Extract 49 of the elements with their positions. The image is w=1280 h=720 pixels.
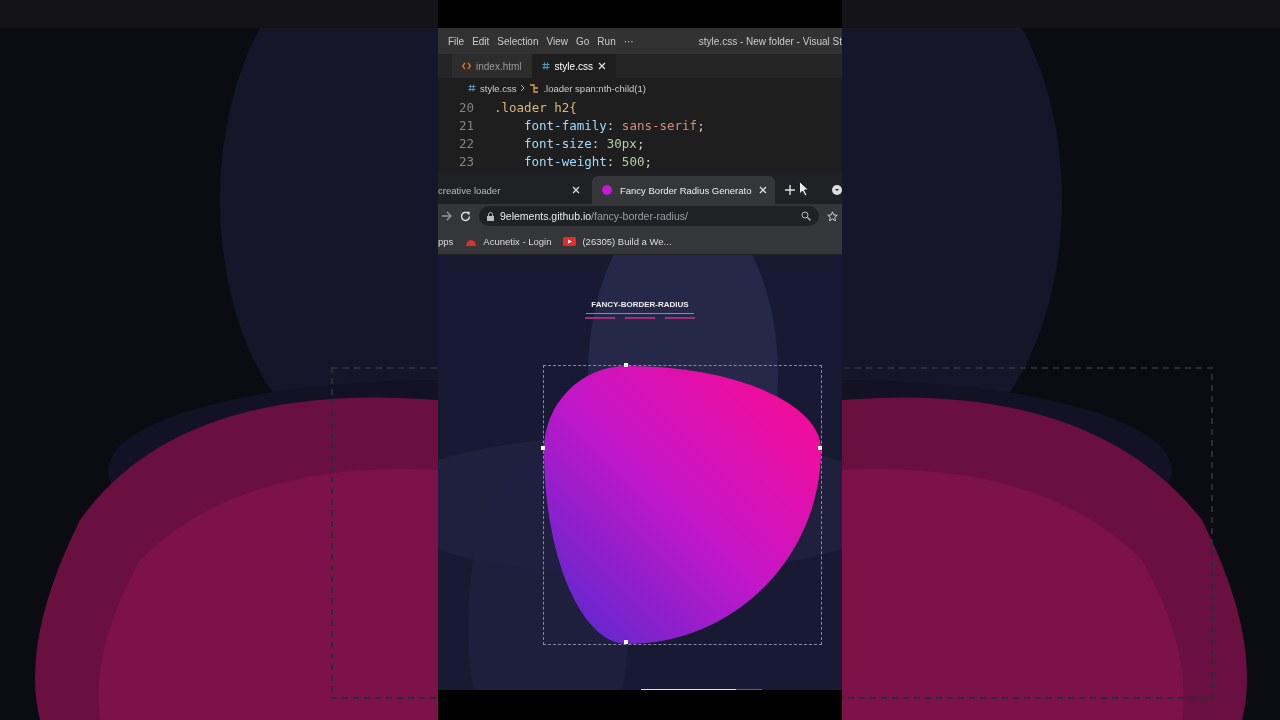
code-line: .loader h2{ [494,99,577,115]
favicon-icon [602,185,612,195]
breadcrumb-item[interactable]: style.css [480,82,517,94]
menu-item[interactable]: Edit [468,35,494,47]
youtube-icon [563,236,577,246]
bookmark[interactable]: pps [438,235,454,247]
address-field[interactable]: 9elements.github.io/fancy-border-radius/ [479,206,819,226]
bookmark[interactable]: Acunetix - Login [465,235,552,247]
code-line: font-weight: 500; [524,153,652,169]
editor-tab[interactable]: style.css [531,54,616,78]
browser-tab[interactable]: Fancy Border Radius Generato [592,176,776,204]
window-title: style.css - New folder - Visual St [697,35,842,47]
menu-item[interactable]: Go [572,35,594,47]
code-brackets-icon [462,62,471,70]
close-icon[interactable] [597,62,606,70]
selector-icon [529,83,540,93]
breadcrumb-item[interactable]: .loader span:nth-child(1) [543,82,646,94]
mouse-cursor-icon [799,181,809,197]
line-number: 22 [457,135,475,151]
new-tab-icon[interactable] [785,185,796,195]
hash-icon [468,84,476,92]
resize-handle[interactable] [624,640,628,644]
line-number: 21 [457,117,475,133]
code-line: font-size: 30px; [524,135,645,151]
line-number: 20 [457,99,475,115]
forward-icon[interactable] [442,211,452,221]
menu-item[interactable]: Selection [493,35,543,47]
bookmark[interactable]: (26305) Build a We... [563,235,672,247]
close-icon[interactable] [759,186,768,194]
reload-icon[interactable] [460,210,471,222]
zoom-icon[interactable] [801,211,811,221]
code-line: font-family: sans-serif; [524,117,705,133]
browser-tab[interactable]: creative loader [438,176,588,204]
hash-icon [541,62,550,70]
menu-item[interactable]: File [444,35,469,47]
page-heading: FANCY-BORDER-RADIUS [586,300,694,314]
star-icon[interactable] [827,210,838,222]
menu-item[interactable]: ··· [619,35,638,47]
chevron-icon [520,84,526,92]
menu-item[interactable]: Run [593,35,620,47]
close-icon[interactable] [572,186,580,194]
resize-handle[interactable] [818,446,822,450]
editor-tab[interactable]: index.html [452,54,532,78]
line-number: 23 [457,153,475,169]
resize-handle[interactable] [541,446,545,450]
profile-icon[interactable] [832,185,842,195]
menu-item[interactable]: View [542,35,572,47]
resize-handle[interactable] [624,363,628,367]
lock-icon [487,211,494,221]
